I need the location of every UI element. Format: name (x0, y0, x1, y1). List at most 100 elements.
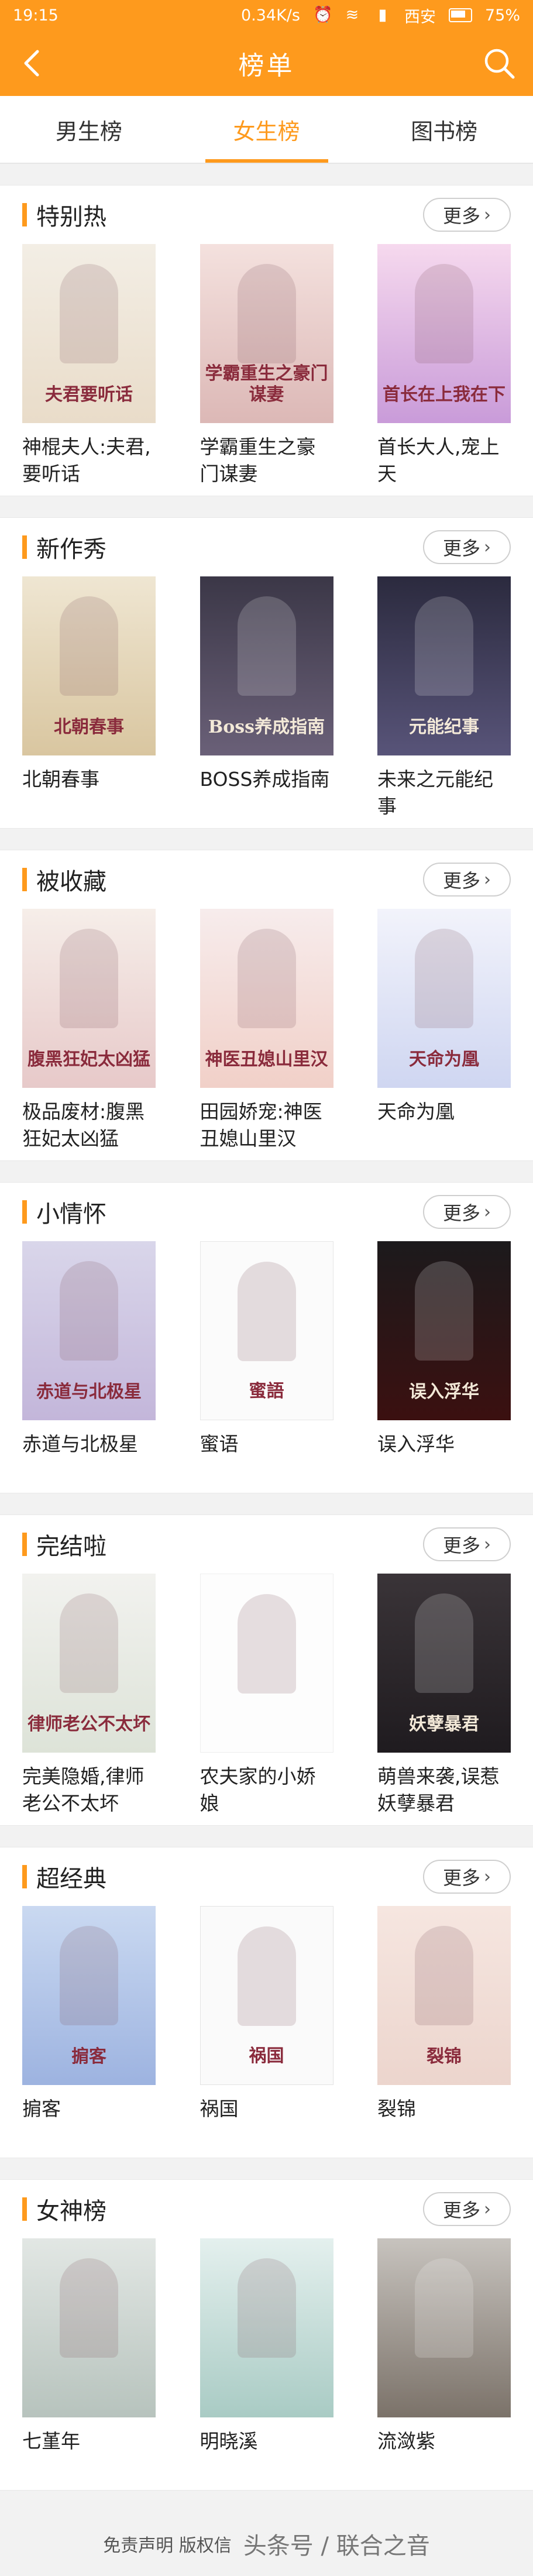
section-accent-bar (22, 1200, 27, 1224)
book-cover-image[interactable]: 神医丑媳山里汉 (200, 909, 333, 1088)
book-cover-image[interactable]: Boss养成指南 (200, 576, 333, 755)
book-cover-image[interactable]: 首长在上我在下 (377, 244, 511, 423)
book-cover-image[interactable]: 天命为凰 (377, 909, 511, 1088)
book-card[interactable]: 流潋紫 (377, 2238, 511, 2482)
book-cover-image[interactable]: 裂锦 (377, 1906, 511, 2085)
book-cover-image[interactable]: 祸国 (200, 1906, 333, 2085)
book-card[interactable]: 腹黑狂妃太凶猛极品废材:腹黑狂妃太凶猛 (22, 909, 156, 1152)
tab-female-ranking[interactable]: 女生榜 (178, 96, 356, 163)
book-title[interactable]: 未来之元能纪事 (377, 766, 511, 820)
tab-book-ranking[interactable]: 图书榜 (355, 96, 533, 163)
cover-title-text: 腹黑狂妃太凶猛 (27, 1049, 150, 1070)
book-title[interactable]: 赤道与北极星 (22, 1431, 156, 1485)
cover-title-text: 祸国 (249, 2046, 284, 2066)
book-title[interactable]: 田园娇宠:神医丑媳山里汉 (200, 1098, 333, 1152)
status-time: 19:15 (13, 6, 59, 25)
book-card[interactable]: 神医丑媳山里汉田园娇宠:神医丑媳山里汉 (200, 909, 333, 1152)
book-title[interactable]: 首长大人,宠上天 (377, 434, 511, 487)
book-title[interactable]: 北朝春事 (22, 766, 156, 820)
book-card[interactable]: 农夫家的小娇娘 (200, 1574, 333, 1817)
more-button[interactable]: 更多 › (423, 2192, 511, 2226)
book-cover-image[interactable] (200, 2238, 333, 2417)
chevron-right-icon: › (484, 869, 491, 890)
cover-figure (415, 264, 473, 363)
book-card[interactable]: 蜜語 蜜语 (200, 1241, 333, 1485)
book-title[interactable]: 流潋紫 (377, 2428, 511, 2482)
page-title: 榜单 (238, 51, 295, 81)
book-card[interactable]: 元能纪事未来之元能纪事 (377, 576, 511, 820)
section-header: 小情怀 更多 › (22, 1183, 511, 1241)
book-card[interactable]: 律师老公不太坏完美隐婚,律师老公不太坏 (22, 1574, 156, 1817)
back-arrow-icon[interactable] (16, 47, 49, 80)
book-cover-image[interactable]: 赤道与北极星 (22, 1241, 156, 1420)
book-cover-image[interactable]: 腹黑狂妃太凶猛 (22, 909, 156, 1088)
book-cover-image[interactable]: 蜜語 (200, 1241, 333, 1420)
book-card[interactable]: 裂锦 裂锦 (377, 1906, 511, 2149)
book-cover-image[interactable]: 元能纪事 (377, 576, 511, 755)
cover-title-text: 元能纪事 (409, 717, 479, 737)
book-card[interactable]: 学霸重生之豪门谋妻 学霸重生之豪门谋妻 (200, 244, 333, 487)
more-button[interactable]: 更多 › (423, 530, 511, 564)
book-title[interactable]: 蜜语 (200, 1431, 333, 1485)
book-title[interactable]: 完美隐婚,律师老公不太坏 (22, 1763, 156, 1817)
book-card[interactable]: 七堇年 (22, 2238, 156, 2482)
book-cover-image[interactable]: 北朝春事 (22, 576, 156, 755)
book-card[interactable]: 误入浮华 误入浮华 (377, 1241, 511, 1485)
cover-title-text: 误入浮华 (409, 1382, 479, 1402)
book-cover-image[interactable] (22, 2238, 156, 2417)
book-title[interactable]: 神棍夫人:夫君,要听话 (22, 434, 156, 487)
book-card[interactable]: 天命为凰 天命为凰 (377, 909, 511, 1152)
disclaimer-link[interactable]: 免责声明 版权信 (103, 2531, 232, 2557)
book-cover-image[interactable] (200, 1574, 333, 1753)
book-card[interactable]: 赤道与北极星 赤道与北极星 (22, 1241, 156, 1485)
book-title[interactable]: 七堇年 (22, 2428, 156, 2482)
ranking-sections: 特别热 更多 › 夫君要听话 神棍夫人:夫君,要听话 学霸重生之豪门谋妻 学霸重生之豪门谋妻… (0, 185, 533, 2491)
book-title[interactable]: BOSS养成指南 (200, 766, 333, 820)
book-card[interactable]: Boss养成指南 BOSS养成指南 (200, 576, 333, 820)
more-button[interactable]: 更多 › (423, 863, 511, 897)
cover-title-text: 北朝春事 (54, 717, 124, 737)
book-title[interactable]: 祸国 (200, 2096, 333, 2149)
cover-title-text: 律师老公不太坏 (27, 1714, 150, 1734)
more-button[interactable]: 更多 › (423, 1527, 511, 1561)
carrier-name: 西安 (404, 8, 436, 26)
section-accent-bar (22, 535, 27, 559)
book-cover-image[interactable]: 学霸重生之豪门谋妻 (200, 244, 333, 423)
section-title: 特别热 (22, 198, 106, 232)
book-title[interactable]: 天命为凰 (377, 1098, 511, 1152)
book-title[interactable]: 裂锦 (377, 2096, 511, 2149)
book-cover-image[interactable]: 误入浮华 (377, 1241, 511, 1420)
cover-figure (237, 264, 296, 363)
section-accent-bar (22, 1533, 27, 1556)
tab-male-ranking[interactable]: 男生榜 (0, 96, 178, 163)
book-title[interactable]: 误入浮华 (377, 1431, 511, 1485)
book-card[interactable]: 掮客 掮客 (22, 1906, 156, 2149)
book-card[interactable]: 夫君要听话神棍夫人:夫君,要听话 (22, 244, 156, 487)
book-card[interactable]: 北朝春事 北朝春事 (22, 576, 156, 820)
book-card[interactable]: 祸国 祸国 (200, 1906, 333, 2149)
book-title[interactable]: 农夫家的小娇娘 (200, 1763, 333, 1817)
more-button[interactable]: 更多 › (423, 1195, 511, 1229)
cover-figure (60, 1261, 118, 1361)
chevron-right-icon: › (484, 2199, 491, 2220)
book-title[interactable]: 学霸重生之豪门谋妻 (200, 434, 333, 487)
cover-figure (237, 1594, 296, 1694)
book-card[interactable]: 首长在上我在下首长大人,宠上天 (377, 244, 511, 487)
more-button[interactable]: 更多 › (423, 1860, 511, 1894)
book-card[interactable]: 妖孽暴君萌兽来袭,误惹妖孽暴君 (377, 1574, 511, 1817)
book-cover-image[interactable] (377, 2238, 511, 2417)
book-cover-image[interactable]: 掮客 (22, 1906, 156, 2085)
section-title-text: 小情怀 (36, 1201, 106, 1228)
search-icon[interactable] (482, 46, 517, 81)
book-title[interactable]: 萌兽来袭,误惹妖孽暴君 (377, 1763, 511, 1817)
book-title[interactable]: 明晓溪 (200, 2428, 333, 2482)
book-cover-image[interactable]: 夫君要听话 (22, 244, 156, 423)
book-title[interactable]: 掮客 (22, 2096, 156, 2149)
book-cover-image[interactable]: 妖孽暴君 (377, 1574, 511, 1753)
book-cover-image[interactable]: 律师老公不太坏 (22, 1574, 156, 1753)
more-button[interactable]: 更多 › (423, 198, 511, 232)
book-card[interactable]: 明晓溪 (200, 2238, 333, 2482)
cover-figure (60, 929, 118, 1028)
section-sentiment: 小情怀 更多 › 赤道与北极星 赤道与北极星 蜜語 蜜语 误入浮华 误入浮华 (0, 1182, 533, 1493)
book-title[interactable]: 极品废材:腹黑狂妃太凶猛 (22, 1098, 156, 1152)
